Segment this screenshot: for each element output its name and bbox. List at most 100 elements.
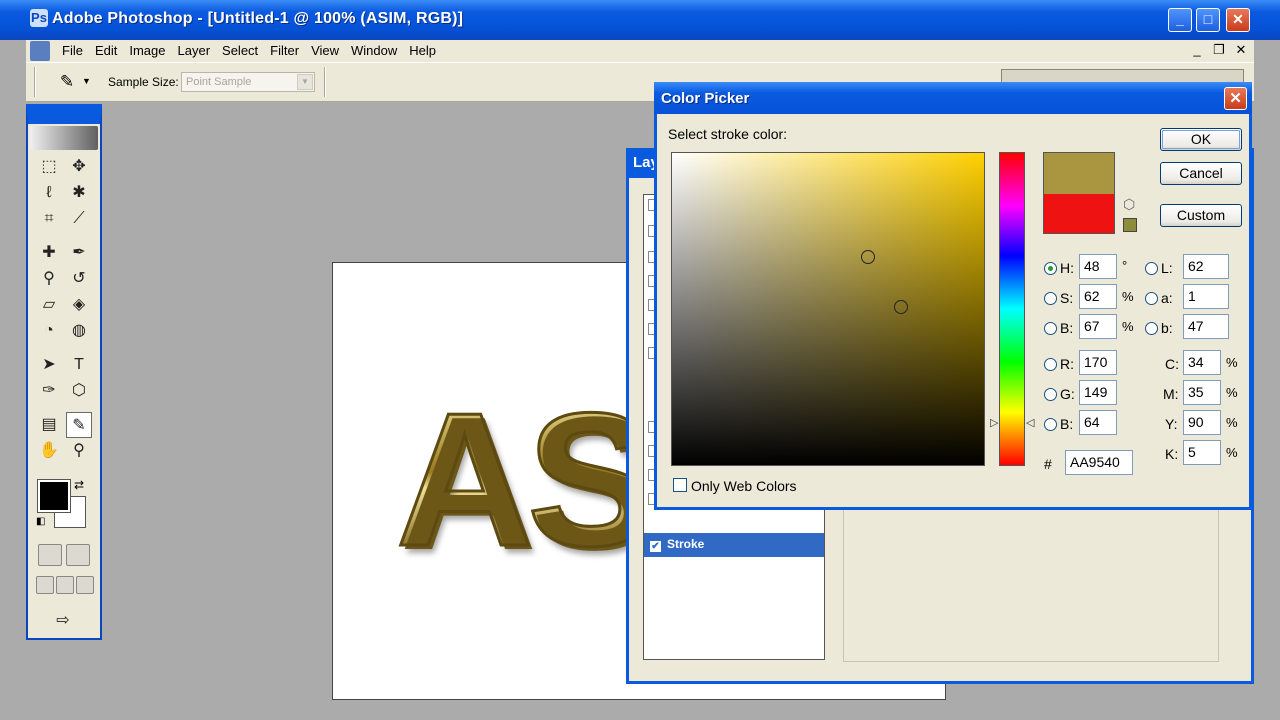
blue-radio[interactable] [1044, 418, 1057, 431]
document-icon[interactable] [30, 41, 50, 61]
notes-tool-icon[interactable]: ▤ [36, 412, 62, 438]
hand-tool-icon[interactable]: ✋ [36, 438, 62, 464]
lab-a-radio[interactable] [1145, 292, 1158, 305]
brightness-input[interactable]: 67 [1079, 314, 1117, 339]
crop-tool-icon[interactable]: ⌗ [36, 206, 62, 232]
hue-slider[interactable] [999, 152, 1025, 466]
marquee-tool-icon[interactable]: ⬚ [36, 154, 62, 180]
menu-layer[interactable]: Layer [172, 40, 217, 62]
menu-view[interactable]: View [305, 40, 345, 62]
black-input[interactable]: 5 [1183, 440, 1221, 465]
current-color-preview[interactable] [1043, 194, 1115, 234]
lightness-radio[interactable] [1145, 262, 1158, 275]
lab-b-input[interactable]: 47 [1183, 314, 1229, 339]
screen-mode-full-menu-button[interactable] [56, 576, 74, 594]
shape-tool-icon[interactable]: ⬡ [66, 378, 92, 404]
hue-radio[interactable] [1044, 262, 1057, 275]
hue-slider-right-arrow-icon[interactable]: ◁ [1026, 416, 1034, 429]
brightness-radio[interactable] [1044, 322, 1057, 335]
minimize-button[interactable]: _ [1168, 8, 1192, 32]
photoshop-app-icon[interactable]: Ps [30, 9, 48, 27]
tool-preset-arrow-icon[interactable]: ▼ [82, 76, 91, 86]
menu-file[interactable]: File [56, 40, 89, 62]
green-input[interactable]: 149 [1079, 380, 1117, 405]
green-label: G: [1060, 386, 1075, 402]
jump-to-imageready-icon[interactable]: ⇨ [36, 608, 90, 634]
menu-edit[interactable]: Edit [89, 40, 123, 62]
custom-button[interactable]: Custom [1160, 204, 1242, 227]
quick-mask-mode-button[interactable] [66, 544, 90, 566]
desktop-left-strip [0, 40, 26, 720]
hue-slider-left-arrow-icon[interactable]: ▷ [990, 416, 998, 429]
saturation-radio[interactable] [1044, 292, 1057, 305]
options-grip[interactable] [34, 67, 36, 97]
lab-a-input[interactable]: 1 [1183, 284, 1229, 309]
green-radio[interactable] [1044, 388, 1057, 401]
saturation-input[interactable]: 62 [1079, 284, 1117, 309]
standard-mode-button[interactable] [38, 544, 62, 566]
ok-button[interactable]: OK [1160, 128, 1242, 151]
healing-brush-tool-icon[interactable]: ✚ [36, 240, 62, 266]
close-icon[interactable]: ✕ [1224, 87, 1247, 110]
zoom-tool-icon[interactable]: ⚲ [66, 438, 92, 464]
brush-tool-icon[interactable]: ✒ [66, 240, 92, 266]
checkmark-icon[interactable]: ✔ [650, 541, 661, 552]
web-safe-color-swatch[interactable] [1123, 218, 1137, 232]
doc-minimize-button[interactable]: _ [1188, 41, 1206, 59]
only-web-colors-checkbox[interactable] [673, 478, 687, 492]
lab-b-radio[interactable] [1145, 322, 1158, 335]
degree-unit: ° [1122, 258, 1128, 273]
clone-stamp-tool-icon[interactable]: ⚲ [36, 266, 62, 292]
chevron-down-icon: ▼ [297, 74, 313, 90]
magic-wand-tool-icon[interactable]: ✱ [66, 180, 92, 206]
path-selection-tool-icon[interactable]: ➤ [36, 352, 62, 378]
menu-bar: File Edit Image Layer Select Filter View… [26, 40, 1254, 62]
type-tool-icon[interactable]: T [66, 352, 92, 378]
sample-size-select[interactable]: Point Sample ▼ [181, 72, 315, 92]
cancel-button[interactable]: Cancel [1160, 162, 1242, 185]
menu-help[interactable]: Help [403, 40, 442, 62]
swap-colors-icon[interactable]: ⇄ [74, 478, 84, 492]
menu-select[interactable]: Select [216, 40, 264, 62]
eyedropper-tool-icon[interactable]: ✎ [66, 412, 92, 438]
hex-input[interactable]: AA9540 [1065, 450, 1133, 475]
eyedropper-icon[interactable]: ✎ [56, 71, 78, 93]
default-colors-icon[interactable]: ◧ [36, 516, 45, 527]
blur-tool-icon[interactable]: ◔ [36, 318, 62, 344]
hue-input[interactable]: 48 [1079, 254, 1117, 279]
percent-unit: % [1122, 289, 1134, 304]
slice-tool-icon[interactable]: ⟋ [66, 206, 92, 232]
paint-bucket-tool-icon[interactable]: ◈ [66, 292, 92, 318]
close-button[interactable]: ✕ [1226, 8, 1250, 32]
pen-tool-icon[interactable]: ✑ [36, 378, 62, 404]
saturation-label: S: [1060, 290, 1074, 306]
lightness-input[interactable]: 62 [1183, 254, 1229, 279]
screen-mode-full-button[interactable] [76, 576, 94, 594]
red-input[interactable]: 170 [1079, 350, 1117, 375]
doc-restore-button[interactable]: ❐ [1210, 41, 1228, 59]
menu-image[interactable]: Image [123, 40, 171, 62]
color-field[interactable] [671, 152, 985, 466]
menu-window[interactable]: Window [345, 40, 403, 62]
screen-mode-standard-button[interactable] [36, 576, 54, 594]
move-tool-icon[interactable]: ✥ [66, 154, 92, 180]
lasso-tool-icon[interactable]: ℓ [36, 180, 62, 206]
menu-filter[interactable]: Filter [264, 40, 305, 62]
foreground-color-swatch[interactable] [37, 479, 71, 513]
hex-label: # [1044, 456, 1052, 472]
red-radio[interactable] [1044, 358, 1057, 371]
eraser-tool-icon[interactable]: ▱ [36, 292, 62, 318]
color-field-marker[interactable] [861, 250, 875, 264]
blue-input[interactable]: 64 [1079, 410, 1117, 435]
adobe-online-logo[interactable] [30, 126, 98, 150]
doc-close-button[interactable]: ✕ [1232, 41, 1250, 59]
black-label: K: [1165, 446, 1179, 462]
cyan-input[interactable]: 34 [1183, 350, 1221, 375]
magenta-input[interactable]: 35 [1183, 380, 1221, 405]
web-safe-cube-icon[interactable]: ⬡ [1123, 196, 1135, 213]
yellow-input[interactable]: 90 [1183, 410, 1221, 435]
history-brush-tool-icon[interactable]: ↺ [66, 266, 92, 292]
dodge-tool-icon[interactable]: ◍ [66, 318, 92, 344]
style-item-stroke[interactable]: ✔ Stroke [644, 533, 824, 557]
maximize-button[interactable]: □ [1196, 8, 1220, 32]
